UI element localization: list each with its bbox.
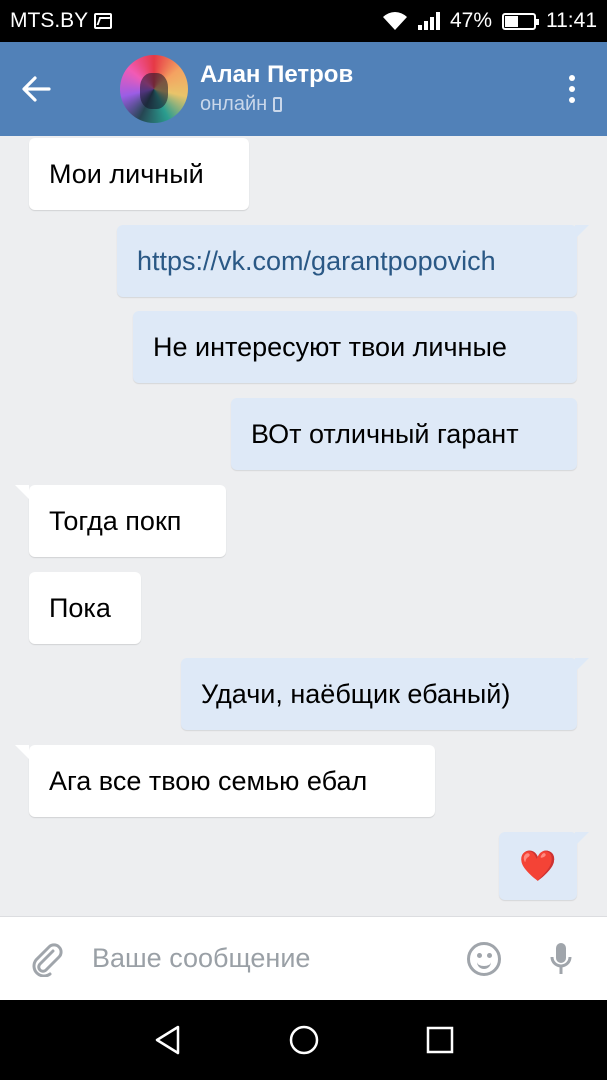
nav-recents-icon[interactable] (425, 1025, 455, 1055)
heart-emoji: ❤️ (519, 849, 557, 883)
more-menu-button[interactable] (537, 42, 607, 136)
message-text: ВОт отличный гарант (251, 418, 519, 449)
message-incoming[interactable]: Тогда покп (15, 485, 226, 557)
message-text: Мои личный (49, 158, 204, 189)
message-link[interactable]: https://vk.com/garantpopovich (137, 246, 496, 277)
microphone-button[interactable] (549, 941, 573, 977)
message-list[interactable]: Мои личный https://vk.com/garantpopovich… (0, 136, 607, 916)
carrier-name: MTS.BY (10, 9, 89, 32)
status-right: 47% 11:41 (382, 9, 597, 33)
clock: 11:41 (546, 9, 597, 32)
microphone-icon (550, 942, 572, 974)
message-text: Ага все твою семью ебал (49, 765, 368, 796)
attach-button[interactable] (0, 941, 92, 977)
back-arrow-icon (22, 76, 51, 102)
system-navigation-bar (0, 1000, 607, 1080)
image-notification-icon (94, 13, 113, 29)
battery-icon (502, 12, 539, 30)
message-incoming[interactable]: Пока (29, 572, 141, 644)
message-incoming[interactable]: Мои личный (29, 138, 249, 210)
paperclip-icon (32, 942, 63, 977)
wifi-icon (382, 12, 407, 30)
signal-icon (417, 12, 440, 30)
emoji-icon[interactable] (467, 941, 501, 976)
message-text: Не интересуют твои личные (153, 331, 507, 362)
back-button[interactable] (0, 42, 72, 136)
chat-header: Алан Петров онлайн (0, 42, 607, 136)
nav-home-icon[interactable] (288, 1024, 320, 1056)
message-outgoing[interactable]: ❤️ (499, 832, 589, 900)
message-composer: Ваше сообщение (0, 916, 607, 1000)
message-text: Удачи, наёбщик ебаный) (201, 678, 511, 709)
avatar[interactable] (120, 55, 188, 123)
message-outgoing[interactable]: Удачи, наёбщик ебаный) (181, 658, 589, 730)
contact-name: Алан Петров (200, 61, 354, 88)
carrier-group: MTS.BY (10, 9, 113, 33)
message-text: Тогда покп (49, 505, 182, 536)
mobile-icon (273, 96, 283, 112)
contact-info[interactable]: Алан Петров онлайн (200, 60, 353, 118)
message-outgoing[interactable]: ВОт отличный гарант (231, 398, 577, 470)
battery-percent: 47% (449, 9, 492, 32)
status-bar: MTS.BY 47% 11:41 (0, 0, 607, 42)
message-input[interactable]: Ваше сообщение (92, 943, 467, 974)
message-outgoing[interactable]: Не интересуют твои личные (133, 311, 577, 383)
message-incoming[interactable]: Ага все твою семью ебал (15, 745, 435, 817)
message-outgoing[interactable]: https://vk.com/garantpopovich (117, 225, 589, 297)
online-status: онлайн (200, 90, 353, 118)
nav-back-icon[interactable] (152, 1024, 184, 1056)
message-text: Пока (49, 592, 111, 623)
online-status-text: онлайн (200, 93, 268, 115)
